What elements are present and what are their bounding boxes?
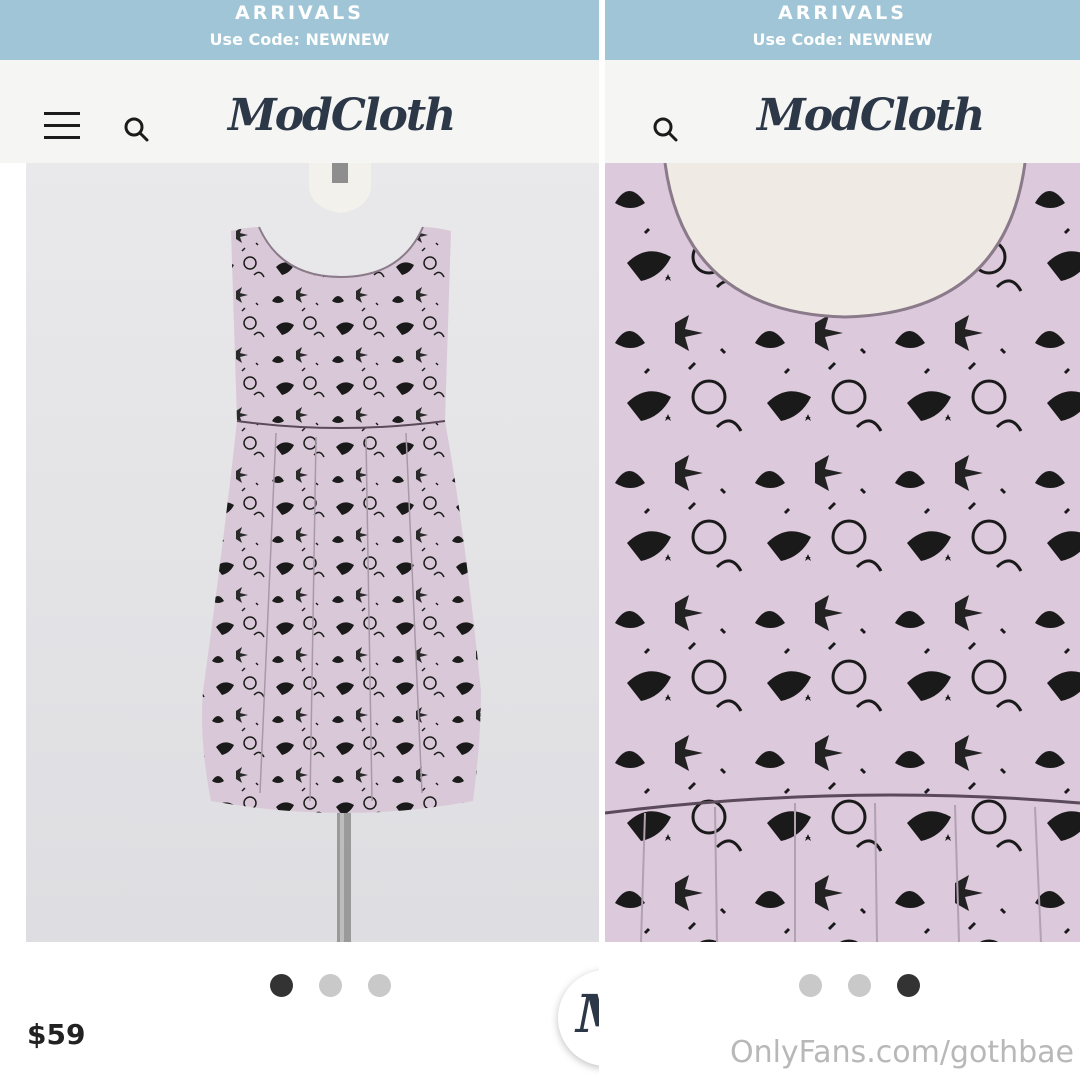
gallery-dot-2[interactable] bbox=[319, 974, 342, 997]
search-icon[interactable] bbox=[122, 115, 152, 145]
site-header: ModCloth bbox=[0, 60, 599, 163]
gallery-dot-2[interactable] bbox=[848, 974, 871, 997]
product-image-closeup[interactable] bbox=[605, 163, 1080, 942]
hamburger-menu-icon[interactable] bbox=[44, 112, 80, 142]
site-header-right: ModCloth bbox=[605, 60, 1080, 163]
gallery-pagination-left bbox=[270, 974, 391, 997]
fab-logo-letter: M bbox=[576, 984, 599, 1045]
promo-banner-right[interactable]: ARRIVALS Use Code: NEWNEW bbox=[605, 0, 1080, 60]
gallery-dot-1[interactable] bbox=[270, 974, 293, 997]
gallery-dot-1[interactable] bbox=[799, 974, 822, 997]
gallery-pagination-right bbox=[799, 974, 920, 997]
left-screenshot-panel: ARRIVALS Use Code: NEWNEW ModCloth $59 bbox=[0, 0, 599, 1080]
promo-banner[interactable]: ARRIVALS Use Code: NEWNEW bbox=[0, 0, 599, 60]
promo-code-right: Use Code: NEWNEW bbox=[752, 30, 933, 49]
product-price: $59 bbox=[27, 1018, 86, 1051]
promo-heading-right: ARRIVALS bbox=[778, 2, 907, 24]
right-screenshot-panel: ARRIVALS Use Code: NEWNEW ModCloth bbox=[605, 0, 1080, 1080]
hamburger-menu-icon-cropped[interactable] bbox=[605, 114, 611, 142]
modcloth-logo[interactable]: ModCloth bbox=[228, 90, 456, 141]
promo-heading: ARRIVALS bbox=[235, 2, 364, 24]
product-image-full-dress[interactable] bbox=[26, 163, 599, 942]
gallery-dot-3[interactable] bbox=[897, 974, 920, 997]
modcloth-chat-button[interactable]: M bbox=[558, 970, 599, 1066]
modcloth-logo-right[interactable]: ModCloth bbox=[757, 90, 985, 141]
gallery-dot-3[interactable] bbox=[368, 974, 391, 997]
watermark-text: OnlyFans.com/gothbae bbox=[729, 1035, 1074, 1070]
search-icon[interactable] bbox=[651, 115, 681, 145]
promo-code: Use Code: NEWNEW bbox=[209, 30, 390, 49]
